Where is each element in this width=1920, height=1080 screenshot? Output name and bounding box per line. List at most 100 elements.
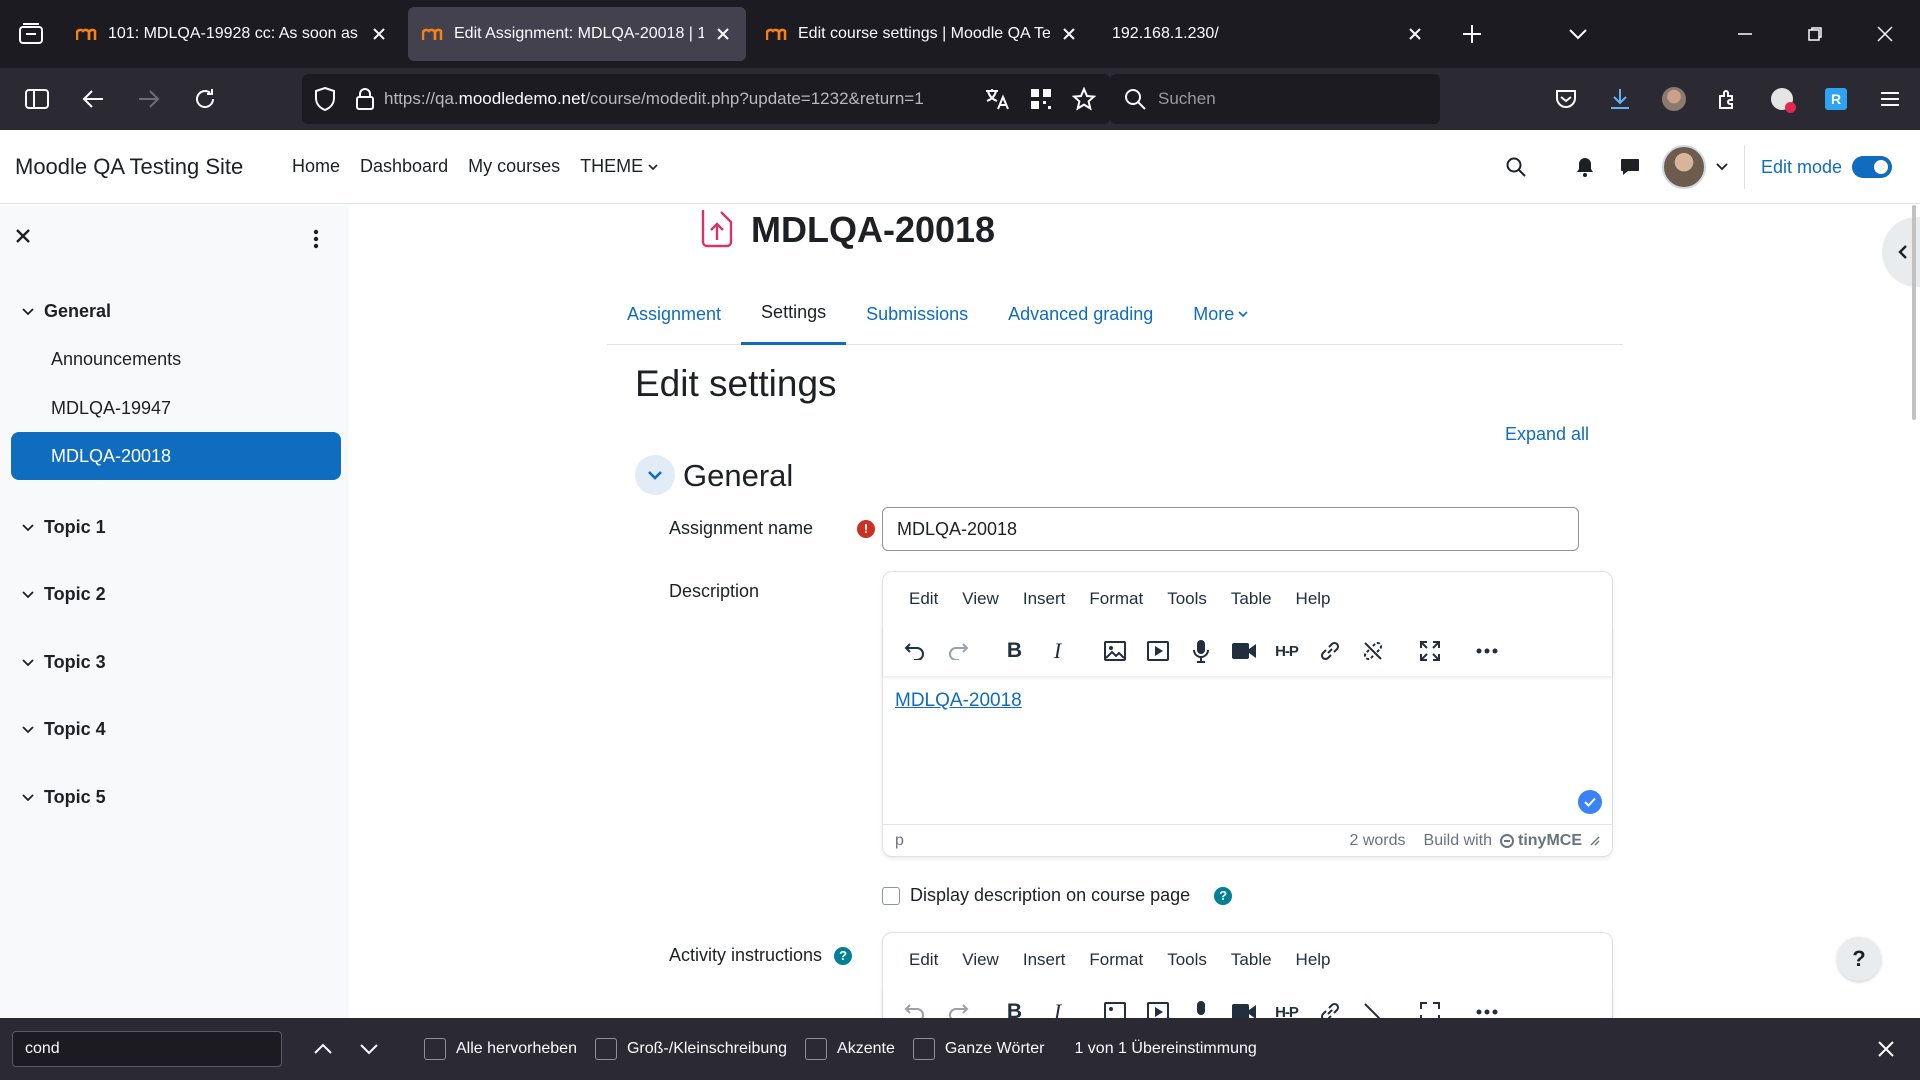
checkbox[interactable]: [805, 1038, 828, 1060]
forward-arrow-icon[interactable]: [124, 77, 174, 121]
course-section-topic-1[interactable]: Topic 1: [22, 517, 106, 538]
tab-settings[interactable]: Settings: [741, 283, 847, 345]
more-options-icon[interactable]: [1465, 631, 1508, 671]
fullscreen-icon[interactable]: [1408, 992, 1451, 1018]
menu-insert[interactable]: Insert: [1011, 950, 1078, 970]
bold-icon[interactable]: B: [993, 631, 1036, 671]
addon-r-icon[interactable]: R: [1812, 75, 1860, 123]
notifications-bell-icon[interactable]: [1576, 157, 1594, 177]
collapse-section-button[interactable]: [635, 455, 675, 495]
menu-table[interactable]: Table: [1219, 950, 1284, 970]
messages-icon[interactable]: [1620, 158, 1640, 176]
redo-icon[interactable]: [936, 992, 979, 1018]
translate-icon[interactable]: [984, 87, 1010, 111]
course-index-item[interactable]: Announcements: [11, 335, 341, 383]
back-arrow-icon[interactable]: [68, 77, 118, 121]
close-window-icon[interactable]: [1850, 10, 1920, 58]
find-option-highlight-all[interactable]: Alle hervorheben: [424, 1038, 577, 1060]
course-index-item-active[interactable]: MDLQA-20018: [11, 432, 341, 480]
assignment-name-input[interactable]: MDLQA-20018: [882, 507, 1579, 551]
browser-tab-1[interactable]: 101: MDLQA-19928 cc: As soon as we l: [62, 7, 402, 61]
h5p-icon[interactable]: H-P: [1265, 631, 1308, 671]
course-section-topic-2[interactable]: Topic 2: [22, 584, 106, 605]
site-name[interactable]: Moodle QA Testing Site: [15, 154, 292, 180]
element-path[interactable]: p: [895, 832, 1349, 850]
browser-tab-3[interactable]: Edit course settings | Moodle QA Testin: [752, 7, 1092, 61]
bookmark-star-icon[interactable]: [1072, 87, 1096, 111]
menu-format[interactable]: Format: [1077, 589, 1155, 609]
unlink-icon[interactable]: [1351, 631, 1394, 671]
tab-assignment[interactable]: Assignment: [607, 283, 741, 345]
extensions-icon[interactable]: [1704, 75, 1752, 123]
menu-edit[interactable]: Edit: [897, 950, 950, 970]
course-section-topic-4[interactable]: Topic 4: [22, 719, 106, 740]
course-index-item[interactable]: MDLQA-19947: [11, 384, 341, 432]
chevron-down-icon[interactable]: [1716, 163, 1728, 171]
tab-close-icon[interactable]: [1406, 25, 1424, 43]
help-icon[interactable]: ?: [834, 946, 853, 965]
kebab-menu-icon[interactable]: [313, 229, 319, 249]
account-avatar-icon[interactable]: [1650, 75, 1698, 123]
find-option-match-case[interactable]: Groß-/Kleinschreibung: [594, 1038, 787, 1060]
tinymce-brand[interactable]: tinyMCE: [1518, 832, 1582, 850]
find-option-diacritics[interactable]: Akzente: [805, 1038, 895, 1060]
restore-icon[interactable]: [1780, 10, 1850, 58]
find-option-whole-words[interactable]: Ganze Wörter: [912, 1038, 1044, 1060]
media-icon[interactable]: [1136, 992, 1179, 1018]
scrollbar[interactable]: [1912, 205, 1916, 420]
downloads-icon[interactable]: [1596, 75, 1644, 123]
nav-theme[interactable]: THEME: [580, 156, 658, 177]
menu-view[interactable]: View: [950, 950, 1011, 970]
italic-icon[interactable]: I: [1036, 992, 1079, 1018]
avatar[interactable]: [1661, 145, 1706, 189]
menu-insert[interactable]: Insert: [1011, 589, 1078, 609]
word-count[interactable]: 2 words: [1349, 832, 1405, 850]
editor-content-area[interactable]: MDLQA-20018: [883, 676, 1612, 824]
image-icon[interactable]: [1093, 631, 1136, 671]
image-icon[interactable]: [1093, 992, 1136, 1018]
h5p-icon[interactable]: H-P: [1265, 992, 1308, 1019]
pocket-icon[interactable]: [1542, 75, 1590, 123]
microphone-icon[interactable]: [1179, 992, 1222, 1018]
course-section-topic-5[interactable]: Topic 5: [22, 787, 106, 808]
tab-close-icon[interactable]: [370, 25, 388, 43]
menu-tools[interactable]: Tools: [1155, 950, 1219, 970]
close-icon[interactable]: [1866, 1029, 1906, 1069]
search-bar[interactable]: Suchen: [1110, 74, 1440, 124]
display-description-label[interactable]: Display description on course page: [910, 885, 1190, 906]
menu-help[interactable]: Help: [1284, 950, 1343, 970]
close-icon[interactable]: [14, 227, 32, 245]
video-camera-icon[interactable]: [1222, 992, 1265, 1018]
video-camera-icon[interactable]: [1222, 631, 1265, 671]
tab-close-icon[interactable]: [714, 25, 732, 43]
link-icon[interactable]: [1308, 631, 1351, 671]
reload-icon[interactable]: [180, 77, 230, 121]
italic-icon[interactable]: I: [1036, 631, 1079, 671]
undo-icon[interactable]: [893, 631, 936, 671]
microphone-icon[interactable]: [1179, 631, 1222, 671]
description-link[interactable]: MDLQA-20018: [895, 690, 1022, 711]
nav-home[interactable]: Home: [292, 156, 340, 177]
shield-icon[interactable]: [314, 87, 336, 111]
menu-help[interactable]: Help: [1284, 589, 1343, 609]
bold-icon[interactable]: B: [993, 992, 1036, 1018]
resize-handle-icon[interactable]: [1590, 836, 1600, 846]
required-icon[interactable]: !: [857, 519, 876, 538]
media-icon[interactable]: [1136, 631, 1179, 671]
checkbox[interactable]: [424, 1038, 446, 1060]
qr-code-icon[interactable]: [1030, 88, 1052, 110]
search-icon[interactable]: [1506, 157, 1526, 177]
chevron-down-icon[interactable]: [1554, 10, 1602, 58]
menu-table[interactable]: Table: [1219, 589, 1284, 609]
edit-mode-toggle[interactable]: Edit mode: [1761, 156, 1892, 178]
checkbox[interactable]: [912, 1038, 935, 1060]
minimize-icon[interactable]: [1710, 10, 1780, 58]
browser-tab-2[interactable]: Edit Assignment: MDLQA-20018 | 101 |: [408, 7, 746, 61]
tab-close-icon[interactable]: [1060, 25, 1078, 43]
unlink-icon[interactable]: [1351, 992, 1394, 1018]
redo-icon[interactable]: [936, 631, 979, 671]
hamburger-menu-icon[interactable]: [1866, 75, 1914, 123]
tab-more[interactable]: More: [1173, 283, 1268, 345]
fullscreen-icon[interactable]: [1408, 631, 1451, 671]
course-section-general[interactable]: General: [22, 301, 111, 322]
